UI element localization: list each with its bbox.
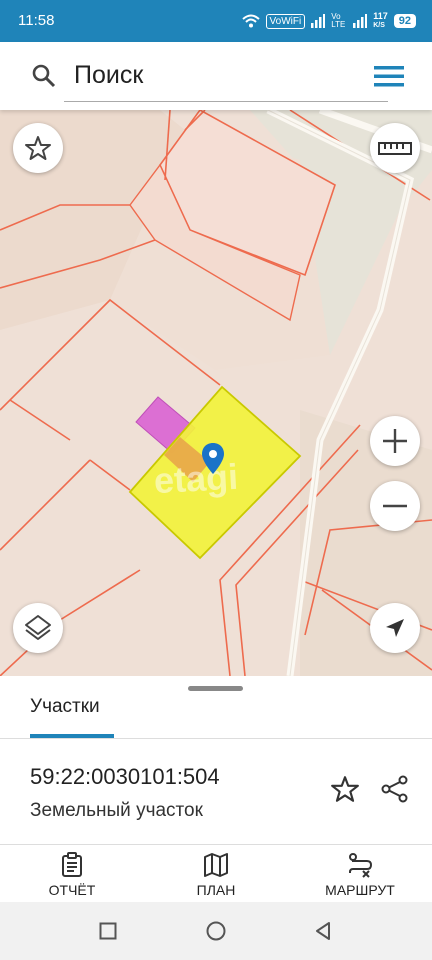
search-input[interactable]: Поиск xyxy=(74,61,143,90)
plan-button[interactable]: ПЛАН xyxy=(156,846,276,902)
plan-label: ПЛАН xyxy=(196,882,236,898)
tab-parcels[interactable]: Участки xyxy=(30,696,100,718)
home-button[interactable] xyxy=(203,918,229,944)
route-icon xyxy=(349,853,373,878)
plus-icon xyxy=(383,429,407,453)
tab-divider xyxy=(0,738,432,739)
parcel-type: Земельный участок xyxy=(30,800,203,821)
signal-icon xyxy=(311,14,326,28)
circle-icon xyxy=(206,921,226,941)
status-time: 11:58 xyxy=(18,12,55,29)
ruler-icon xyxy=(378,142,412,155)
search-bar: Поиск xyxy=(0,42,432,110)
favorite-star-icon[interactable] xyxy=(330,774,360,804)
recents-button[interactable] xyxy=(95,918,121,944)
layers-button[interactable] xyxy=(13,603,63,653)
net-speed: 117 K/S xyxy=(373,12,388,30)
favorite-button[interactable] xyxy=(13,123,63,173)
lte-label: Vo LTE xyxy=(331,12,346,29)
route-button[interactable]: МАРШРУТ xyxy=(300,846,420,902)
clipboard-icon xyxy=(62,852,82,877)
zoom-in-button[interactable] xyxy=(370,416,420,466)
report-label: ОТЧЁТ xyxy=(48,882,96,898)
sheet-bottom-divider xyxy=(0,844,432,845)
map-icon xyxy=(204,853,228,877)
minus-icon xyxy=(383,504,407,508)
zoom-out-button[interactable] xyxy=(370,481,420,531)
report-button[interactable]: ОТЧЁТ xyxy=(12,846,132,902)
wifi-icon xyxy=(241,14,260,28)
layers-icon xyxy=(25,615,51,640)
ruler-button[interactable] xyxy=(370,123,420,173)
square-icon xyxy=(99,922,117,940)
sheet-drag-handle[interactable] xyxy=(188,686,243,691)
back-triangle-icon xyxy=(316,922,330,940)
search-icon[interactable] xyxy=(32,64,56,88)
back-button[interactable] xyxy=(310,918,336,944)
status-bar: 11:58 VoWiFi Vo LTE 117 K/S 92 xyxy=(0,0,432,42)
star-icon xyxy=(25,136,51,160)
net-speed-value: 117 xyxy=(373,11,388,21)
net-speed-unit: K/S xyxy=(373,22,385,29)
navigation-arrow-icon xyxy=(386,619,404,637)
menu-icon[interactable] xyxy=(374,66,404,88)
route-label: МАРШРУТ xyxy=(325,882,395,898)
map-view[interactable]: etagi xyxy=(0,110,432,676)
signal-icon-2 xyxy=(353,14,368,28)
search-underline xyxy=(64,101,388,102)
battery-indicator: 92 xyxy=(393,14,416,28)
map-watermark: etagi xyxy=(152,455,240,502)
my-location-button[interactable] xyxy=(370,603,420,653)
vowifi-badge: VoWiFi xyxy=(265,13,306,29)
location-pin-icon[interactable] xyxy=(202,443,224,475)
share-icon[interactable] xyxy=(380,774,410,804)
cadastral-number: 59:22:0030101:504 xyxy=(30,764,220,789)
system-nav-bar xyxy=(0,902,432,960)
status-icons: VoWiFi Vo LTE 117 K/S 92 xyxy=(241,12,416,30)
cadastral-map xyxy=(0,110,432,676)
bottom-toolbar: ОТЧЁТ ПЛАН МАРШРУТ xyxy=(0,846,432,902)
